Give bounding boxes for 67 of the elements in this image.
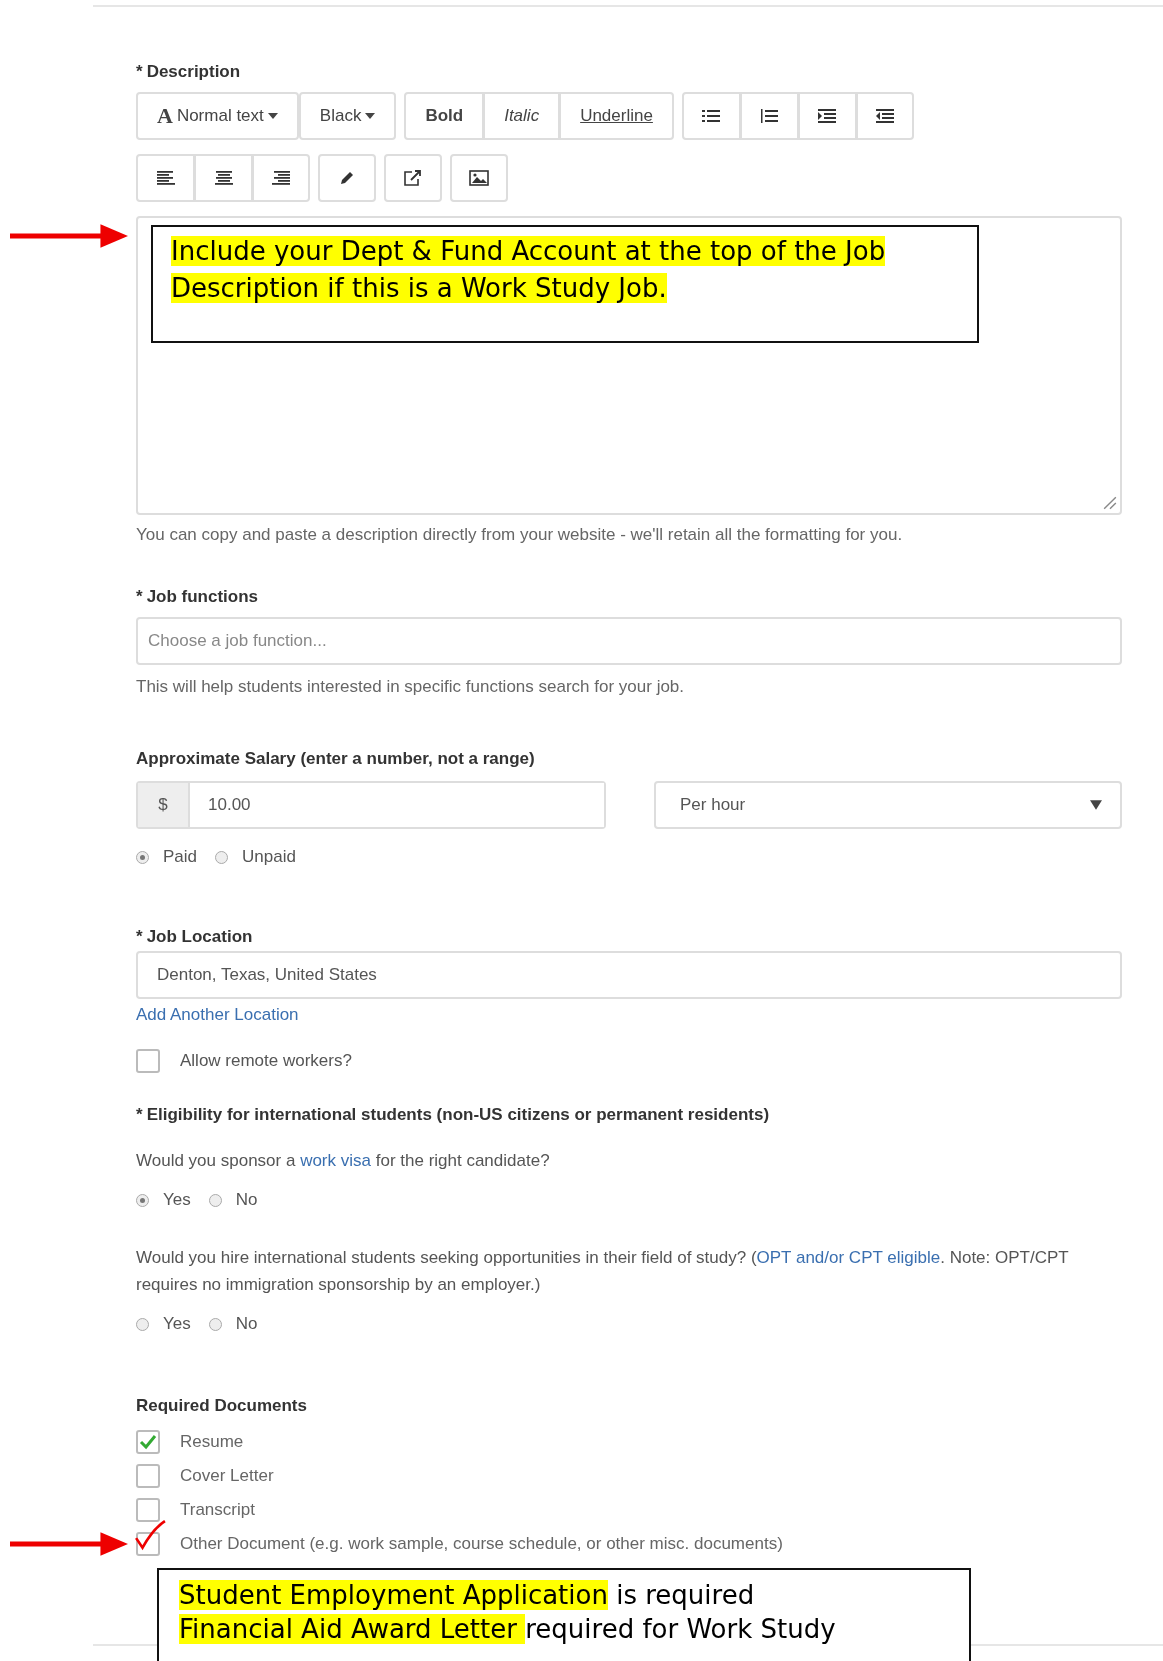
toolbar-button[interactable] bbox=[136, 154, 194, 202]
checkbox-option[interactable]: Other Document (e.g. work sample, course schedule, or other misc. documents) bbox=[136, 1532, 783, 1556]
question-text: Would you hire international students seeking opportunities in their field of study? (OPT and/or CPT eligible. Note: OPT/CPT requires no immigration sponsorship by an employer.) bbox=[136, 1247, 1070, 1296]
indent-icon bbox=[817, 108, 838, 124]
help-text: This will help students interested in specific functions search for your job. bbox=[136, 677, 685, 697]
radio-option[interactable]: Unpaid bbox=[215, 847, 296, 867]
period-select[interactable]: Per hour bbox=[654, 781, 1122, 829]
field-label: Eligibility for international students (non-US citizens or permanent residents) bbox=[146, 1105, 770, 1125]
toolbar-button[interactable] bbox=[797, 92, 856, 140]
align-center-icon bbox=[213, 170, 234, 186]
note-text: Financial Aid Award Letter required for Work Study bbox=[179, 1613, 837, 1646]
field-label: Job functions bbox=[146, 587, 259, 607]
location-field[interactable]: Denton, Texas, United States bbox=[136, 951, 1122, 999]
image-icon bbox=[469, 170, 489, 186]
field-label: Description bbox=[146, 62, 241, 82]
dropdown-button[interactable]: Black bbox=[298, 92, 397, 140]
checkbox-option[interactable]: Transcript bbox=[136, 1498, 783, 1522]
required-marker: * bbox=[136, 587, 143, 607]
format-button[interactable]: Bold bbox=[404, 92, 484, 140]
caret-icon bbox=[1090, 800, 1102, 810]
radio-option[interactable]: No bbox=[208, 1190, 258, 1210]
format-button[interactable]: Underline bbox=[559, 92, 674, 140]
radio-option[interactable]: Yes bbox=[136, 1190, 191, 1210]
arrow-icon bbox=[10, 222, 128, 250]
link[interactable]: OPT and/or CPT eligible bbox=[756, 1248, 941, 1267]
check-icon bbox=[138, 1432, 158, 1452]
checkbox-option[interactable]: Resume bbox=[136, 1430, 783, 1454]
arrow-icon bbox=[10, 1530, 128, 1558]
toolbar-button[interactable] bbox=[384, 154, 442, 202]
job-function-field[interactable]: Choose a job function... bbox=[136, 617, 1122, 665]
toolbar-button[interactable] bbox=[739, 92, 798, 140]
toolbar-button[interactable] bbox=[681, 92, 740, 140]
field-label: Approximate Salary (enter a number, not a range) bbox=[136, 749, 535, 769]
link[interactable]: work visa bbox=[300, 1151, 371, 1170]
description-editor[interactable]: Include your Dept & Fund Account at the top of the Job Description if this is a Work Study Job. bbox=[136, 216, 1122, 515]
field-label: Job Location bbox=[146, 927, 253, 947]
format-button[interactable]: Italic bbox=[483, 92, 560, 140]
link-icon bbox=[403, 169, 423, 187]
toolbar-button[interactable] bbox=[194, 154, 252, 202]
pencil-icon bbox=[338, 169, 356, 187]
required-marker: * bbox=[136, 927, 143, 947]
salary-field[interactable]: $ 10.00 bbox=[136, 781, 606, 829]
align-right-icon bbox=[271, 170, 291, 186]
toolbar-button[interactable] bbox=[450, 154, 508, 202]
caret-icon bbox=[267, 113, 278, 119]
note-box: Include your Dept & Fund Account at the top of the Job Description if this is a Work Study Job. bbox=[151, 225, 979, 343]
help-text: You can copy and paste a description directly from your website - we'll retain all the formatting for you. bbox=[136, 525, 903, 545]
bullet-list-icon bbox=[701, 108, 722, 124]
required-marker: * bbox=[136, 62, 143, 82]
align-left-icon bbox=[155, 170, 176, 186]
add-location-link[interactable]: Add Another Location bbox=[136, 1005, 299, 1025]
section-label: Required Documents bbox=[136, 1396, 307, 1416]
resize-handle-icon[interactable] bbox=[1103, 496, 1117, 510]
toolbar-button[interactable] bbox=[252, 154, 310, 202]
radio-option[interactable]: Paid bbox=[136, 847, 198, 867]
caret-icon bbox=[365, 113, 376, 119]
checkbox-option[interactable]: Allow remote workers? bbox=[136, 1049, 352, 1073]
checkbox-option[interactable]: Cover Letter bbox=[136, 1464, 783, 1488]
outdent-icon bbox=[874, 108, 895, 124]
radio-option[interactable]: No bbox=[208, 1314, 258, 1334]
radio-option[interactable]: Yes bbox=[136, 1314, 191, 1334]
toolbar-button[interactable] bbox=[855, 92, 914, 140]
question-text: Would you sponsor a work visa for the right candidate? bbox=[136, 1150, 551, 1172]
currency-symbol: $ bbox=[138, 783, 190, 827]
dropdown-button[interactable]: A Normal text bbox=[136, 92, 299, 140]
required-marker: * bbox=[136, 1105, 143, 1125]
numbered-list-icon bbox=[759, 108, 780, 124]
